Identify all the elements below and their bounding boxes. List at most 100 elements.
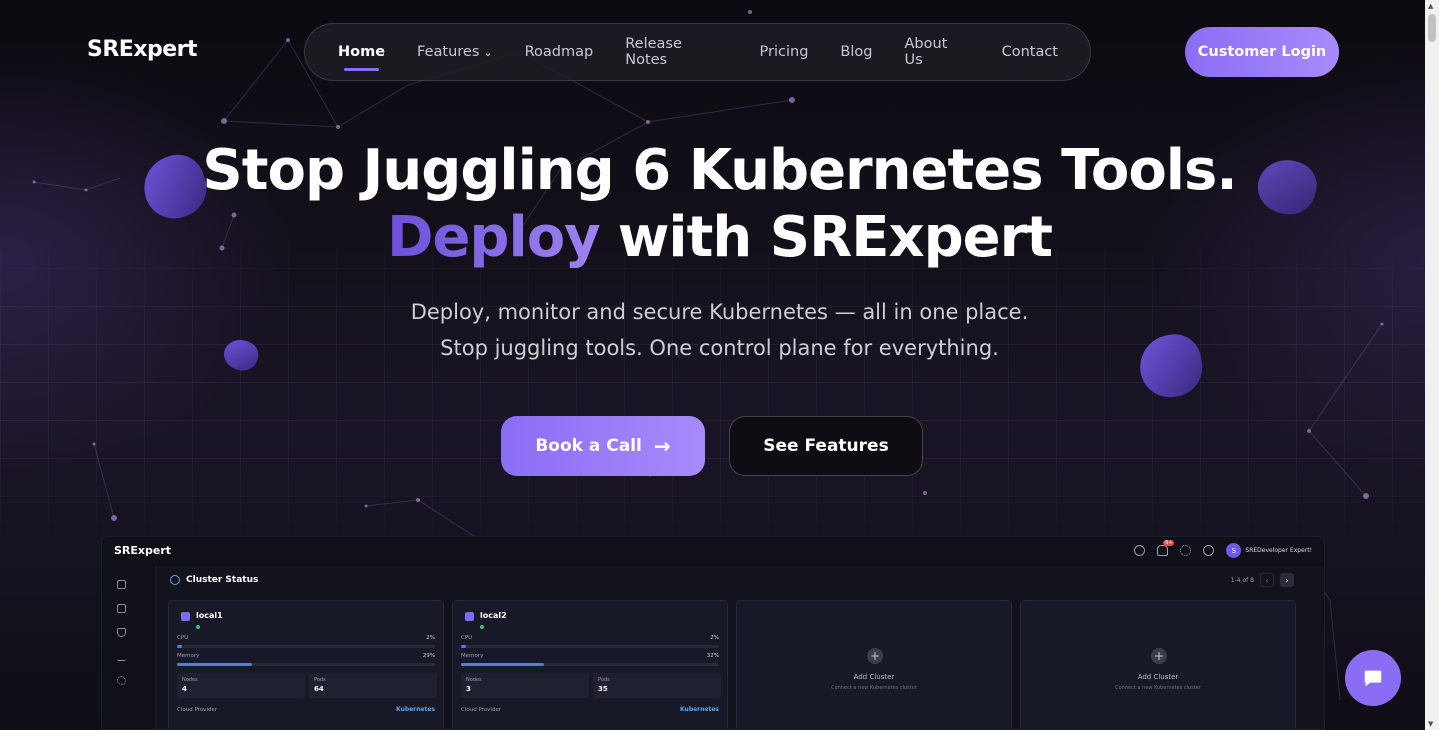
activity-icon[interactable] xyxy=(117,652,126,661)
dashboard-toolbar: 9+ S SREDeveloper Expert! xyxy=(1134,540,1324,558)
hero-subtitle-line1: Deploy, monitor and secure Kubernetes — … xyxy=(410,300,1029,324)
add-cluster-title: Add Cluster xyxy=(853,673,895,681)
memory-value: 29% xyxy=(422,653,435,659)
nodes-label: Nodes xyxy=(466,677,482,683)
cluster-icon xyxy=(181,612,190,621)
dashboard-main: Cluster Status 1-4 of 8 ‹ › local1 CPU 2… xyxy=(156,566,1324,729)
shield-icon[interactable] xyxy=(117,628,126,637)
nav-blog-label: Blog xyxy=(840,44,873,60)
dashboard-sidebar xyxy=(102,566,156,729)
pods-value: 35 xyxy=(598,685,608,693)
provider-value[interactable]: Kubernetes xyxy=(680,706,719,713)
cluster-card-local1[interactable]: local1 CPU 2% Memory 29% Nodes 4 Pods 64 C… xyxy=(168,600,444,729)
help-icon[interactable] xyxy=(1203,545,1215,556)
book-a-call-label: Book a Call xyxy=(535,436,642,456)
see-features-button[interactable]: See Features xyxy=(729,416,923,476)
site-logo[interactable]: SRExpert xyxy=(87,37,198,62)
nav-contact-label: Contact xyxy=(1001,44,1058,60)
globe-icon xyxy=(170,575,180,585)
chat-button[interactable] xyxy=(1345,650,1401,706)
dashboard-preview: SRExpert 9+ S SREDeveloper Expert! Clust… xyxy=(101,536,1325,730)
grid-icon[interactable] xyxy=(117,580,126,589)
chevron-down-icon: ⌄ xyxy=(483,45,493,59)
prev-page-button[interactable]: ‹ xyxy=(1260,573,1274,587)
nav-roadmap[interactable]: Roadmap xyxy=(525,44,594,60)
dashboard-topbar: SRExpert 9+ S SREDeveloper Expert! xyxy=(102,537,1324,566)
pods-label: Pods xyxy=(314,677,326,683)
page-scrollbar[interactable]: ▲ ▼ xyxy=(1425,0,1439,730)
plus-icon: + xyxy=(867,648,883,664)
customer-login-button[interactable]: Customer Login xyxy=(1185,27,1339,77)
hero-title-line2: Deploy with SRExpert xyxy=(0,205,1439,270)
arrow-right-icon: → xyxy=(653,434,671,458)
pods-stat: Pods 35 xyxy=(593,673,721,698)
memory-label: Memory xyxy=(461,653,484,659)
status-dot xyxy=(480,625,484,629)
cpu-label: CPU xyxy=(177,635,189,641)
scrollbar-thumb[interactable] xyxy=(1428,14,1436,42)
nodes-value: 4 xyxy=(182,685,187,693)
nav-blog[interactable]: Blog xyxy=(840,44,872,60)
status-icon[interactable] xyxy=(1134,545,1146,556)
user-menu[interactable]: S SREDeveloper Expert! xyxy=(1226,543,1324,558)
hero-title-rest: with SRExpert xyxy=(617,205,1053,270)
provider-label: Cloud Provider xyxy=(177,707,218,713)
cluster-pagination: 1-4 of 8 ‹ › xyxy=(1231,573,1294,587)
add-cluster-subtitle: Connect a new Kubernetes cluster xyxy=(1115,685,1201,691)
add-cluster-title: Add Cluster xyxy=(1137,673,1179,681)
cpu-value: 2% xyxy=(710,635,719,641)
book-a-call-button[interactable]: Book a Call → xyxy=(501,416,705,476)
nav-features[interactable]: Features ⌄ xyxy=(417,44,493,60)
cluster-status-title: Cluster Status xyxy=(186,575,259,585)
nodes-stat: Nodes 4 xyxy=(177,673,305,698)
nav-contact[interactable]: Contact xyxy=(1002,44,1058,60)
nav-home[interactable]: Home xyxy=(338,44,386,71)
next-page-button[interactable]: › xyxy=(1280,573,1294,587)
nav-pricing[interactable]: Pricing xyxy=(760,44,809,60)
memory-bar xyxy=(177,663,435,666)
nav-release-notes[interactable]: Release Notes xyxy=(625,36,727,68)
provider-value[interactable]: Kubernetes xyxy=(396,706,435,713)
cluster-status-heading: Cluster Status xyxy=(170,575,258,585)
pods-value: 64 xyxy=(314,685,324,693)
server-icon[interactable] xyxy=(117,604,126,613)
add-cluster-subtitle: Connect a new Kubernetes cluster xyxy=(831,685,917,691)
cpu-bar xyxy=(461,645,719,648)
cluster-name: local2 xyxy=(480,611,507,620)
cpu-bar-fill xyxy=(461,645,467,648)
cpu-label: CPU xyxy=(461,635,473,641)
nodes-value: 3 xyxy=(466,685,471,693)
cluster-icon xyxy=(465,612,474,621)
nav-pricing-label: Pricing xyxy=(759,44,809,60)
nav-about-us-label: About Us xyxy=(904,36,948,68)
dashboard-logo: SRExpert xyxy=(114,544,172,557)
cpu-bar-fill xyxy=(177,645,183,648)
nav-home-label: Home xyxy=(338,44,386,60)
nodes-label: Nodes xyxy=(182,677,198,683)
avatar: S xyxy=(1226,543,1242,558)
nav-features-label: Features xyxy=(417,44,480,60)
pods-label: Pods xyxy=(598,677,610,683)
scroll-up-icon[interactable]: ▲ xyxy=(1428,2,1433,10)
memory-bar-fill xyxy=(461,663,544,666)
hero-title-accent: Deploy xyxy=(386,205,601,270)
memory-bar xyxy=(461,663,719,666)
hero-title-line1: Stop Juggling 6 Kubernetes Tools. xyxy=(202,138,1237,203)
gear-icon[interactable] xyxy=(1180,545,1192,556)
add-cluster-card[interactable]: + Add Cluster Connect a new Kubernetes c… xyxy=(1020,600,1296,729)
bell-icon[interactable]: 9+ xyxy=(1157,540,1175,556)
nav-release-notes-label: Release Notes xyxy=(625,36,682,68)
memory-label: Memory xyxy=(177,653,200,659)
memory-value: 32% xyxy=(706,653,719,659)
add-cluster-card[interactable]: + Add Cluster Connect a new Kubernetes c… xyxy=(736,600,1012,729)
cluster-card-local2[interactable]: local2 CPU 2% Memory 32% Nodes 3 Pods 35 C… xyxy=(452,600,728,729)
pagination-text: 1-4 of 8 xyxy=(1230,576,1254,584)
nav-roadmap-label: Roadmap xyxy=(524,44,594,60)
status-dot xyxy=(196,625,200,629)
hero-subtitle-line2: Stop juggling tools. One control plane f… xyxy=(440,336,999,360)
nav-about-us[interactable]: About Us xyxy=(904,36,969,68)
scroll-down-icon[interactable]: ▼ xyxy=(1428,720,1433,728)
chat-icon xyxy=(1364,670,1382,687)
settings-icon[interactable] xyxy=(117,676,126,685)
nodes-stat: Nodes 3 xyxy=(461,673,589,698)
